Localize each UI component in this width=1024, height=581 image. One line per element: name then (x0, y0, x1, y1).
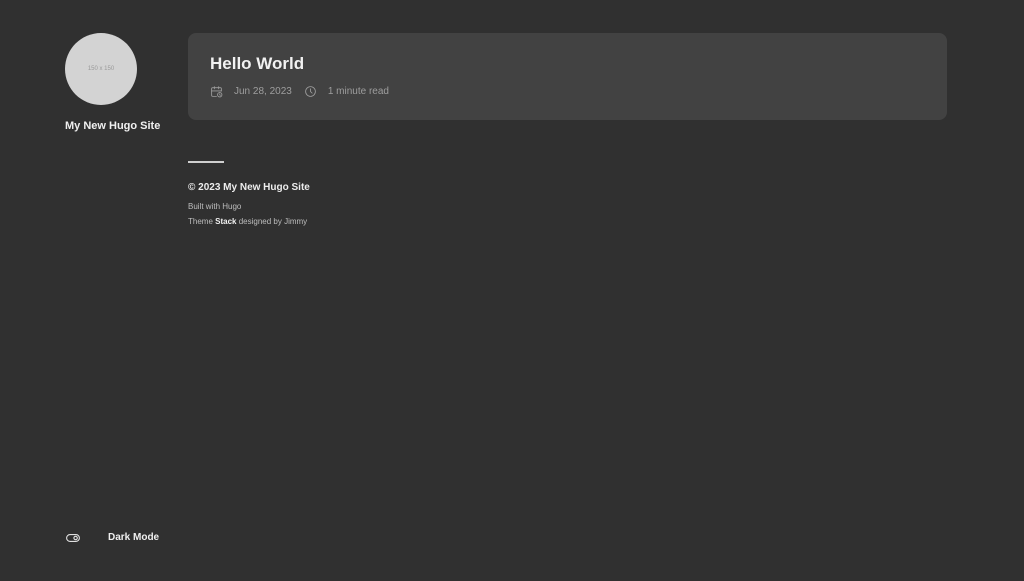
toggle-icon (66, 533, 80, 543)
article-title[interactable]: Hello World (210, 54, 925, 74)
built-with-text[interactable]: Built with Hugo (188, 202, 241, 211)
article-card[interactable]: Hello World Jun 28, 2023 1 minute read (188, 33, 947, 120)
theme-suffix: designed by Jimmy (236, 217, 308, 226)
footer-divider (188, 161, 224, 163)
theme-credit: Theme Stack designed by Jimmy (188, 214, 488, 229)
dark-mode-toggle[interactable]: Dark Mode (66, 532, 159, 543)
avatar[interactable]: 150 x 150 (65, 33, 137, 105)
built-with: Built with Hugo (188, 199, 488, 214)
theme-name-link[interactable]: Stack (215, 217, 236, 226)
dark-mode-label: Dark Mode (108, 532, 160, 543)
article-date: Jun 28, 2023 (234, 86, 292, 97)
article-meta: Jun 28, 2023 1 minute read (210, 85, 925, 98)
avatar-placeholder-text: 150 x 150 (87, 66, 115, 72)
site-footer: © 2023 My New Hugo Site Built with Hugo … (188, 161, 488, 229)
sidebar: 150 x 150 My New Hugo Site (65, 33, 175, 132)
page: 150 x 150 My New Hugo Site Hello World J… (0, 0, 1024, 581)
copyright: © 2023 My New Hugo Site (188, 182, 310, 193)
reading-time: 1 minute read (327, 86, 389, 97)
calendar-icon (210, 85, 223, 98)
clock-icon (304, 85, 317, 98)
site-name[interactable]: My New Hugo Site (65, 120, 175, 132)
theme-prefix: Theme (188, 217, 216, 226)
